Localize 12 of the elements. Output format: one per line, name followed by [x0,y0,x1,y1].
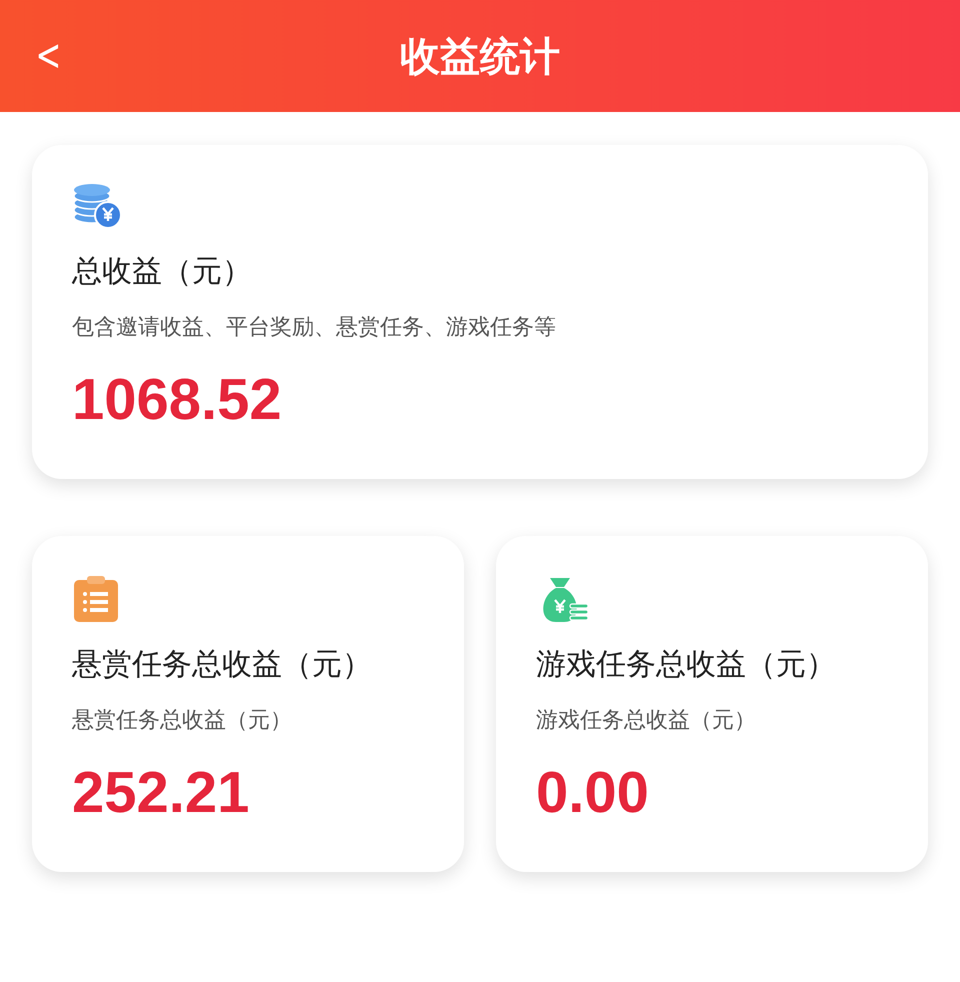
card-subtitle: 包含邀请收益、平台奖励、悬赏任务、游戏任务等 [72,314,556,342]
page-title: 收益统计 [400,32,560,82]
amount: 0.00 [536,759,649,826]
card-title: 游戏任务总收益（元） [536,646,836,684]
amount: 252.21 [72,759,250,826]
amount: 1068.52 [72,366,282,433]
clipboard-icon [72,574,120,624]
back-button[interactable]: < [30,30,67,81]
card-subtitle: 游戏任务总收益（元） [536,707,756,735]
card-title: 悬赏任务总收益（元） [72,646,372,684]
card-subtitle: 悬赏任务总收益（元） [72,707,292,735]
card-title: 总收益（元） [72,253,252,291]
